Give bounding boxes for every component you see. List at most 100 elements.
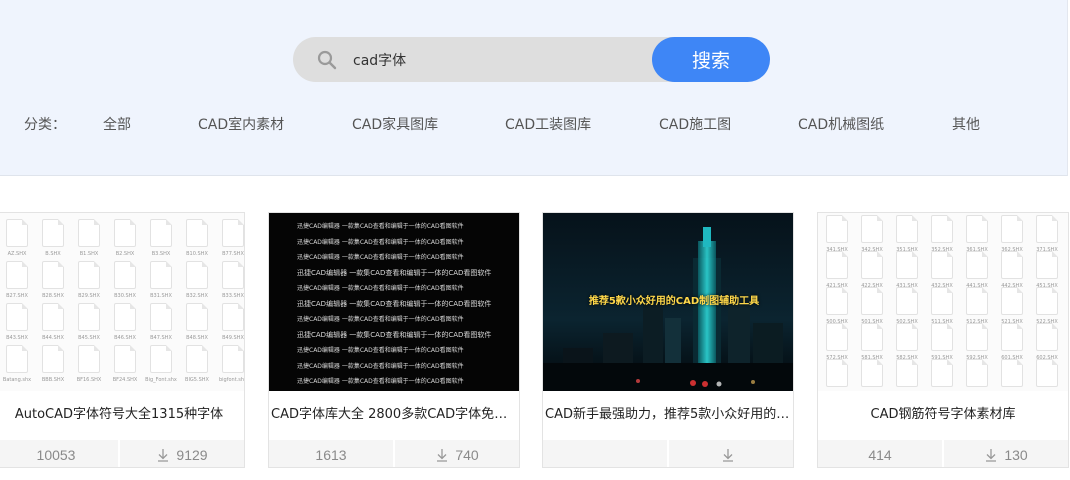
- file-icon: [1001, 359, 1023, 387]
- card-title[interactable]: CAD字体库大全 2800多款CAD字体免费下载: [269, 403, 519, 422]
- download-count[interactable]: 130: [944, 440, 1068, 467]
- card-thumbnail[interactable]: 341.SHX 342.SHX 351.SHX 352.SHX 361.SHX 362.S…: [818, 213, 1068, 391]
- search-button[interactable]: 搜索: [652, 37, 770, 82]
- file-icon: [6, 303, 28, 331]
- file-icon: [1001, 287, 1023, 315]
- card-thumbnail[interactable]: 迅捷CAD编辑器 一款集CAD查看和编辑于一体的CAD看图软件 迅捷CAD编辑器 …: [269, 213, 519, 391]
- thumbnail-text-line: 迅捷CAD编辑器 一款集CAD查看和编辑于一体的CAD看图软件: [297, 268, 492, 277]
- file-icon: [896, 359, 918, 387]
- file-name: Batang.shx: [2, 377, 32, 383]
- file-name: Big_Font.shx: [145, 377, 177, 383]
- card-thumbnail[interactable]: AZ.SHX B.SHX B1.SHX B2.SHX B3.SHX B10.SHX B77.…: [0, 213, 244, 391]
- view-count: 414: [818, 440, 942, 467]
- file-icon: [6, 219, 28, 247]
- file-icon: [78, 261, 100, 289]
- file-icon: [931, 323, 953, 351]
- card-stats: 10053 9129: [0, 440, 244, 467]
- file-name: BF16.SHX: [76, 377, 102, 383]
- thumbnail-text-line: 迅捷CAD编辑器 一款集CAD查看和编辑于一体的CAD看图软件: [297, 254, 464, 261]
- file-name: B27.SHX: [6, 293, 28, 299]
- search-icon: [317, 50, 337, 70]
- result-card[interactable]: 341.SHX 342.SHX 351.SHX 352.SHX 361.SHX 362.S…: [817, 212, 1069, 468]
- thumbnail-text-line: 迅捷CAD编辑器 一款集CAD查看和编辑于一体的CAD看图软件: [297, 299, 492, 308]
- result-card[interactable]: 推荐5款小众好用的CAD制图辅助工具 CAD新手最强助力，推荐5款小众好用的CA…: [542, 212, 794, 468]
- thumbnail-text-line: 迅捷CAD编辑器 一款集CAD查看和编辑于一体的CAD看图软件: [297, 238, 464, 246]
- file-icon: [1036, 359, 1058, 387]
- file-icon: [861, 287, 883, 315]
- file-name: BBB.SHX: [41, 377, 65, 383]
- file-icon: [78, 219, 100, 247]
- file-name: B46.SHX: [114, 335, 136, 341]
- file-icon: [931, 359, 953, 387]
- file-icon: [42, 219, 64, 247]
- thumbnail-text-line: 迅捷CAD编辑器 一款集CAD查看和编辑于一体的CAD看图软件: [297, 330, 492, 339]
- file-icon: [42, 261, 64, 289]
- search-input[interactable]: [353, 37, 643, 82]
- card-stats: 414 130: [818, 440, 1068, 467]
- file-icon: [6, 345, 28, 373]
- download-icon: [158, 448, 169, 462]
- category-interior[interactable]: CAD室内素材: [198, 114, 284, 134]
- view-count: [543, 440, 667, 467]
- category-all[interactable]: 全部: [103, 114, 131, 134]
- file-icon: [861, 215, 883, 243]
- file-icon: [861, 323, 883, 351]
- thumbnail-text-line: 迅捷CAD编辑器 一款集CAD查看和编辑于一体的CAD看图软件: [297, 223, 464, 230]
- card-thumbnail[interactable]: 推荐5款小众好用的CAD制图辅助工具: [543, 213, 793, 391]
- file-icon: [861, 251, 883, 279]
- card-stats: [543, 440, 793, 467]
- file-icon: [222, 303, 244, 331]
- file-icon: [114, 261, 136, 289]
- file-icon: [966, 323, 988, 351]
- view-count: 10053: [0, 440, 118, 467]
- file-name: B44.SHX: [42, 335, 64, 341]
- file-icon: [931, 215, 953, 243]
- file-icon: [150, 345, 172, 373]
- download-count[interactable]: 9129: [120, 440, 244, 467]
- file-icon: [222, 261, 244, 289]
- file-name: BF24.SHX: [112, 377, 138, 383]
- file-name: B31.SHX: [150, 293, 172, 299]
- card-title[interactable]: AutoCAD字体符号大全1315种字体: [0, 403, 244, 422]
- result-card[interactable]: AZ.SHX B.SHX B1.SHX B2.SHX B3.SHX B10.SHX B77.…: [0, 212, 245, 468]
- card-title[interactable]: CAD新手最强助力，推荐5款小众好用的CAD制图辅助工具: [543, 403, 793, 422]
- file-name: B28.SHX: [42, 293, 64, 299]
- file-icon: [6, 261, 28, 289]
- file-icon: [114, 219, 136, 247]
- category-other[interactable]: 其他: [952, 114, 980, 134]
- file-name: B48.SHX: [186, 335, 208, 341]
- category-furniture[interactable]: CAD家具图库: [352, 114, 438, 134]
- category-tooling[interactable]: CAD工装图库: [505, 114, 591, 134]
- file-icon: [931, 287, 953, 315]
- thumbnail-text-line: 迅捷CAD编辑器 一款集CAD查看和编辑于一体的CAD看图软件: [297, 285, 464, 292]
- category-mechanical[interactable]: CAD机械图纸: [798, 114, 884, 134]
- file-icon: [78, 303, 100, 331]
- file-name: AZ.SHX: [7, 251, 27, 257]
- download-count[interactable]: [669, 440, 793, 467]
- thumbnail-text-line: 迅捷CAD编辑器 一款集CAD查看和编辑于一体的CAD看图软件: [297, 347, 464, 354]
- file-name: B10.SHX: [186, 251, 208, 257]
- file-icon: [150, 303, 172, 331]
- thumbnail-text-line: 迅捷CAD编辑器 一款集CAD查看和编辑于一体的CAD看图软件: [297, 378, 464, 385]
- file-icon: [1036, 323, 1058, 351]
- file-name: B29.SHX: [78, 293, 100, 299]
- file-icon: [1036, 215, 1058, 243]
- file-icon: [1036, 251, 1058, 279]
- download-count[interactable]: 740: [395, 440, 519, 467]
- file-icon: [826, 215, 848, 243]
- file-icon: [1001, 215, 1023, 243]
- download-icon: [437, 448, 448, 462]
- file-icon: [78, 345, 100, 373]
- file-icon: [826, 287, 848, 315]
- card-title[interactable]: CAD钢筋符号字体素材库: [818, 403, 1068, 422]
- category-construction[interactable]: CAD施工图: [659, 114, 731, 134]
- result-card[interactable]: 迅捷CAD编辑器 一款集CAD查看和编辑于一体的CAD看图软件 迅捷CAD编辑器 …: [268, 212, 520, 468]
- thumbnail-text-line: 迅捷CAD编辑器 一款集CAD查看和编辑于一体的CAD看图软件: [297, 316, 464, 323]
- file-icon: [1001, 251, 1023, 279]
- file-icon: [896, 215, 918, 243]
- file-icon: [1001, 323, 1023, 351]
- thumbnail-overlay-text: 推荐5款小众好用的CAD制图辅助工具: [588, 296, 760, 307]
- file-name: B.SHX: [45, 251, 61, 257]
- file-icon: [186, 303, 208, 331]
- search-panel: 搜索 分类： 全部 CAD室内素材 CAD家具图库 CAD工装图库 CAD施工图…: [0, 0, 1068, 176]
